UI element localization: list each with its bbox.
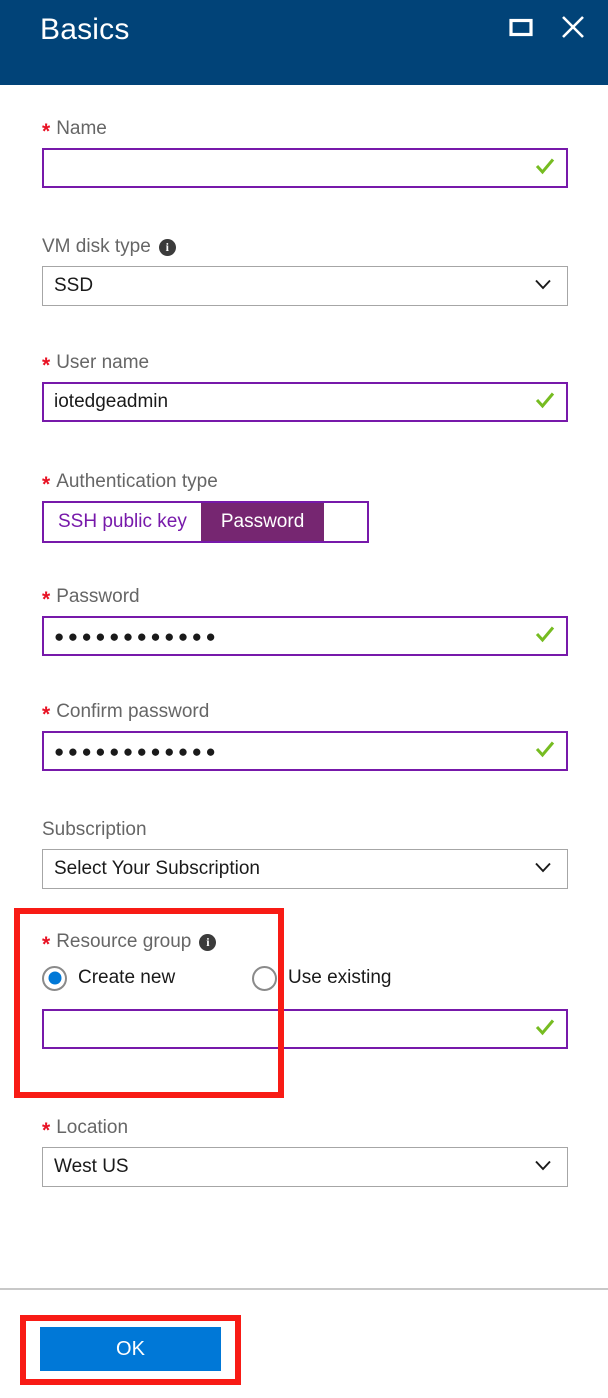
resource-group-input[interactable] [42, 1009, 568, 1049]
close-icon[interactable] [560, 14, 586, 40]
label-location: * Location [42, 1116, 568, 1142]
checkmark-icon [534, 738, 566, 765]
field-authentication-type: * Authentication type SSH public key Pas… [42, 470, 568, 543]
subscription-select[interactable]: Select Your Subscription [42, 849, 568, 889]
label-subscription-text: Subscription [42, 819, 147, 840]
radio-use-existing-mark [252, 965, 277, 991]
radio-create-new-mark [42, 965, 67, 991]
confirm-password-input[interactable]: ●●●●●●●●●●●● [42, 731, 568, 771]
field-subscription: Subscription Select Your Subscription [42, 818, 568, 889]
resource-group-radio-group: Create new Use existing [42, 961, 568, 995]
vm-disk-type-value: SSD [54, 275, 94, 296]
name-input[interactable] [42, 148, 568, 188]
field-password: * Password ●●●●●●●●●●●● [42, 585, 568, 656]
user-name-input[interactable]: iotedgeadmin [42, 382, 568, 422]
checkmark-icon [534, 155, 566, 182]
field-confirm-password: * Confirm password ●●●●●●●●●●●● [42, 700, 568, 771]
label-resource-group-text: Resource group [56, 931, 192, 952]
footer-divider [0, 1288, 608, 1290]
checkmark-icon [534, 1016, 566, 1043]
checkmark-icon [534, 389, 566, 416]
chevron-down-icon [533, 857, 567, 882]
label-location-text: Location [56, 1117, 129, 1138]
label-resource-group: * Resource group i [42, 930, 568, 956]
field-vm-disk-type: VM disk type i SSD [42, 235, 568, 306]
location-select[interactable]: West US [42, 1147, 568, 1187]
chevron-down-icon [533, 1155, 567, 1180]
label-authentication-type-text: Authentication type [56, 471, 218, 492]
label-subscription: Subscription [42, 818, 568, 842]
field-location: * Location West US [42, 1116, 568, 1187]
radio-create-new-label: Create new [78, 967, 176, 988]
label-confirm-password-text: Confirm password [56, 701, 210, 722]
label-vm-disk-type: VM disk type i [42, 235, 568, 259]
required-asterisk: * [42, 703, 51, 726]
label-user-name-text: User name [56, 352, 150, 373]
radio-use-existing-label: Use existing [288, 967, 392, 988]
label-authentication-type: * Authentication type [42, 470, 568, 496]
info-icon[interactable]: i [199, 933, 217, 951]
page-title: Basics [40, 13, 130, 46]
required-asterisk: * [42, 933, 51, 956]
required-asterisk: * [42, 354, 51, 377]
label-password-text: Password [56, 586, 140, 607]
label-confirm-password: * Confirm password [42, 700, 568, 726]
auth-option-password[interactable]: Password [200, 503, 325, 541]
authentication-type-toggle: SSH public key Password [42, 501, 369, 543]
field-user-name: * User name iotedgeadmin [42, 351, 568, 422]
auth-option-ssh-public-key[interactable]: SSH public key [44, 503, 201, 541]
radio-use-existing[interactable]: Use existing [252, 965, 392, 991]
password-input[interactable]: ●●●●●●●●●●●● [42, 616, 568, 656]
field-name: * Name [42, 117, 568, 188]
maximize-icon[interactable] [508, 14, 534, 40]
required-asterisk: * [42, 588, 51, 611]
confirm-password-input-value: ●●●●●●●●●●●● [54, 742, 220, 761]
subscription-value: Select Your Subscription [54, 858, 260, 879]
label-user-name: * User name [42, 351, 568, 377]
password-input-value: ●●●●●●●●●●●● [54, 627, 220, 646]
checkmark-icon [534, 623, 566, 650]
blade-header: Basics [0, 0, 608, 85]
label-vm-disk-type-text: VM disk type [42, 236, 151, 257]
label-name-text: Name [56, 118, 107, 139]
user-name-input-value: iotedgeadmin [54, 391, 169, 412]
radio-create-new[interactable]: Create new [42, 965, 252, 991]
required-asterisk: * [42, 120, 51, 143]
ok-button[interactable]: OK [40, 1327, 221, 1371]
location-value: West US [54, 1156, 129, 1177]
required-asterisk: * [42, 1119, 51, 1142]
required-asterisk: * [42, 473, 51, 496]
vm-disk-type-select[interactable]: SSD [42, 266, 568, 306]
info-icon[interactable]: i [158, 238, 176, 256]
label-password: * Password [42, 585, 568, 611]
chevron-down-icon [533, 274, 567, 299]
header-actions [508, 14, 586, 40]
label-name: * Name [42, 117, 568, 143]
field-resource-group: * Resource group i Create new Use existi… [42, 930, 568, 1049]
